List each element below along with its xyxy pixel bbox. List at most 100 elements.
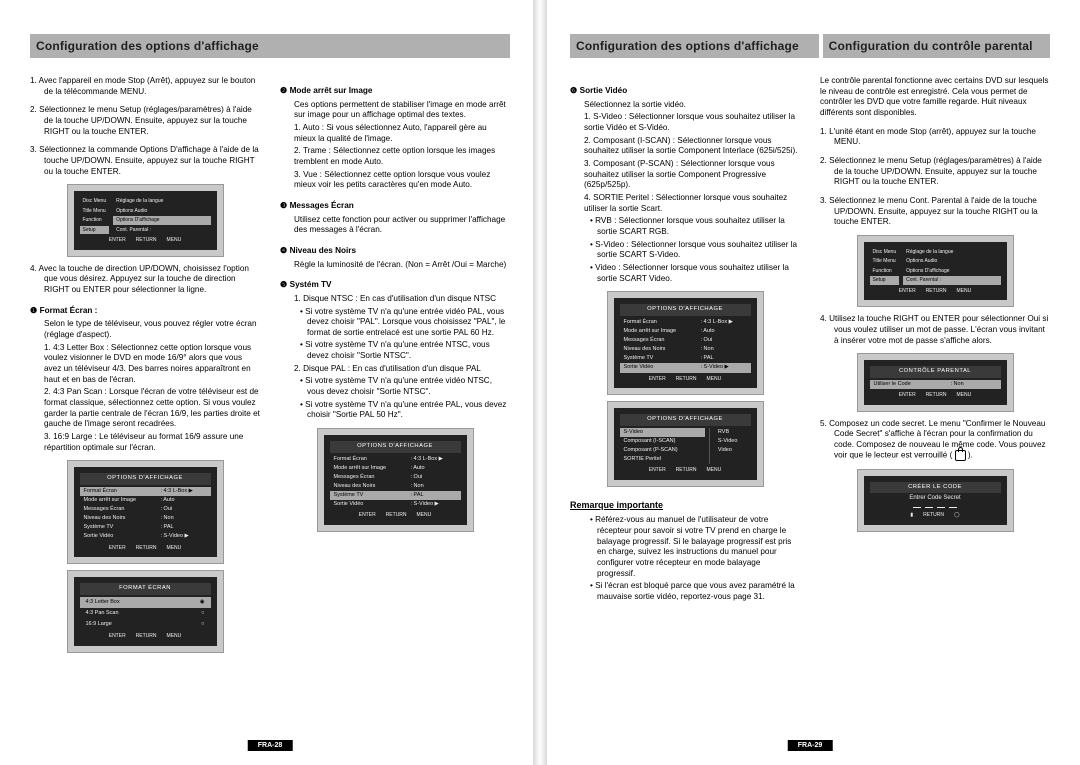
systv-2a: • Si votre système TV n'a qu'une entrée … bbox=[300, 376, 510, 397]
parental-step-1: 1. L'unité étant en mode Stop (arrêt), a… bbox=[820, 127, 1050, 148]
osd-options-1: OPTIONS D'AFFICHAGE Format Écran: 4:3 L-… bbox=[68, 461, 223, 563]
osd-row: Niveau des Noirs: Non bbox=[80, 514, 211, 523]
code-input bbox=[870, 507, 1001, 508]
osd-row: Format Écran: 4:3 L-Box ▶ bbox=[330, 455, 461, 464]
noirs-body: Règle la luminosité de l'écran. (Non = A… bbox=[294, 260, 510, 271]
osd-setup-menu: Disc Menu Title Menu Function Setup Régl… bbox=[68, 185, 223, 256]
osd-row: Messages Écran: Oui bbox=[620, 336, 751, 345]
osd-format-ecran: FORMAT ÉCRAN 4:3 Letter Box◉4:3 Pan Scan… bbox=[68, 571, 223, 651]
right-col-2: Le contrôle parental fonctionne avec cer… bbox=[820, 76, 1050, 605]
setup-audio: Options Audio bbox=[113, 207, 210, 216]
osd-row: Format Écran: 4:3 L-Box ▶ bbox=[80, 487, 211, 496]
setup-parental: Cont. Parental : bbox=[113, 226, 210, 235]
systv-1b: • Si votre système TV n'a qu'une entrée … bbox=[300, 340, 510, 361]
left-col-1: 1. Avec l'appareil en mode Stop (Arrêt),… bbox=[30, 76, 260, 660]
step-2: 2. Sélectionnez le menu Setup (réglages/… bbox=[30, 105, 260, 137]
mode-arret-2: 2. Trame : Sélectionnez cette option lor… bbox=[294, 146, 510, 167]
code-label: Entrer Code Secret bbox=[870, 495, 1001, 503]
format-item-2: 2. 4:3 Pan Scan : Lorsque l'écran de vot… bbox=[44, 387, 260, 430]
step-4: 4. Avec la touche de direction UP/DOWN, … bbox=[30, 264, 260, 296]
format-ecran-title: ❶ Format Écran : bbox=[30, 306, 260, 317]
systv-title: ❺ Systém TV bbox=[280, 280, 510, 291]
parental-step-5: 5. Composez un code secret. Le menu "Con… bbox=[820, 419, 1050, 462]
scart-video: • Video : Sélectionner lorsque vous souh… bbox=[590, 263, 800, 284]
osd-row: Système TV: PAL bbox=[620, 354, 751, 363]
right-col-1: ❻ Sortie Vidéo Sélectionnez la sortie vi… bbox=[570, 76, 800, 605]
osd-row: Composant (P-SCAN) bbox=[620, 446, 705, 455]
osd-row: Sortie Vidéo: S-Video ▶ bbox=[80, 532, 211, 541]
parental-intro: Le contrôle parental fonctionne avec cer… bbox=[820, 76, 1050, 119]
osd-parental: CONTRÔLE PARENTAL Utiliser le Code : Non… bbox=[858, 354, 1013, 410]
osd-row: Sortie Vidéo: S-Video ▶ bbox=[330, 500, 461, 509]
output-3: 3. Composant (P-SCAN) : Sélectionner lor… bbox=[584, 159, 800, 191]
osd-scart: OPTIONS D'AFFICHAGE S-VideoComposant (I-… bbox=[608, 402, 763, 486]
osd-row: SORTIE Peritel bbox=[620, 455, 705, 464]
noirs-title: ❹ Niveau des Noirs bbox=[280, 246, 510, 257]
osd-row: Système TV: PAL bbox=[330, 491, 461, 500]
parental-step-2: 2. Sélectionnez le menu Setup (réglages/… bbox=[820, 156, 1050, 188]
scart-rvb: • RVB : Sélectionner lorsque vous souhai… bbox=[590, 216, 800, 237]
osd-enter: ENTER bbox=[109, 237, 126, 244]
osd-row: S-Video bbox=[714, 437, 751, 446]
osd-row: Niveau des Noirs: Non bbox=[620, 345, 751, 354]
osd-row: Format Écran: 4:3 L-Box ▶ bbox=[620, 318, 751, 327]
systv-2: 2. Disque PAL : En cas d'utilisation d'u… bbox=[294, 364, 510, 375]
nav-setup: Setup bbox=[80, 226, 110, 235]
setup-lang: Réglage de la langue bbox=[113, 197, 210, 206]
page-left: Configuration des options d'affichage 1.… bbox=[0, 0, 540, 765]
osd-code: CRÉER LE CODE Entrer Code Secret ▮RETURN… bbox=[858, 470, 1013, 531]
mode-arret-1: 1. Auto : Si vous sélectionnez Auto, l'a… bbox=[294, 123, 510, 144]
osd-row: Composant (I-SCAN) bbox=[620, 437, 705, 446]
page-number-left: FRA-28 bbox=[248, 740, 293, 751]
left-col-2: ❷ Mode arrêt sur Image Ces options perme… bbox=[280, 76, 510, 660]
osd-menu: MENU bbox=[167, 237, 182, 244]
osd-row: Video bbox=[714, 446, 751, 455]
osd-return: RETURN bbox=[136, 237, 157, 244]
lock-icon bbox=[955, 450, 966, 461]
parental-step-4: 4. Utilisez la touche RIGHT ou ENTER pou… bbox=[820, 314, 1050, 346]
osd-header-format: FORMAT ÉCRAN bbox=[80, 583, 211, 595]
output-title: ❻ Sortie Vidéo bbox=[570, 86, 800, 97]
osd-radio-row: 4:3 Pan Scan○ bbox=[80, 608, 211, 619]
nav-title: Title Menu bbox=[80, 207, 110, 216]
page-right: Configuration des options d'affichage Co… bbox=[540, 0, 1080, 765]
format-ecran-intro: Selon le type de téléviseur, vous pouvez… bbox=[44, 319, 260, 340]
format-item-1: 1. 4:3 Letter Box : Sélectionnez cette o… bbox=[44, 343, 260, 386]
osd-options-2: OPTIONS D'AFFICHAGE Format Écran: 4:3 L-… bbox=[318, 429, 473, 531]
osd-options-3: OPTIONS D'AFFICHAGE Format Écran: 4:3 L-… bbox=[608, 292, 763, 394]
note-1: • Référez-vous au manuel de l'utilisateu… bbox=[590, 515, 800, 579]
section-header-left: Configuration des options d'affichage bbox=[30, 34, 510, 58]
osd-radio-row: 16:9 Large○ bbox=[80, 619, 211, 630]
format-item-3: 3. 16:9 Large : Le téléviseur au format … bbox=[44, 432, 260, 453]
step-1: 1. Avec l'appareil en mode Stop (Arrêt),… bbox=[30, 76, 260, 97]
messages-title: ❸ Messages Écran bbox=[280, 201, 510, 212]
mode-arret-3: 3. Vue : Sélectionnez cette option lorsq… bbox=[294, 170, 510, 191]
setup-display: Options D'affichage bbox=[113, 216, 210, 225]
mode-arret-title: ❷ Mode arrêt sur Image bbox=[280, 86, 510, 97]
osd-row: Mode arrêt sur Image: Auto bbox=[620, 327, 751, 336]
osd-row: Mode arrêt sur Image: Auto bbox=[330, 464, 461, 473]
systv-1: 1. Disque NTSC : En cas d'utilisation d'… bbox=[294, 294, 510, 305]
output-2: 2. Composant (I-SCAN) : Sélectionner lor… bbox=[584, 136, 800, 157]
parental-step-3: 3. Sélectionnez le menu Cont. Parental à… bbox=[820, 196, 1050, 228]
scart-svideo: • S-Video : Sélectionner lorsque vous so… bbox=[590, 240, 800, 261]
output-4: 4. SORTIE Peritel : Sélectionner lorsque… bbox=[584, 193, 800, 214]
osd-row: Messages Écran: Oui bbox=[330, 473, 461, 482]
osd-row: Sortie Vidéo: S-Video ▶ bbox=[620, 363, 751, 372]
systv-2b: • Si votre système TV n'a qu'une entrée … bbox=[300, 400, 510, 421]
osd-radio-row: 4:3 Letter Box◉ bbox=[80, 597, 211, 608]
osd-row: Niveau des Noirs: Non bbox=[330, 482, 461, 491]
nav-disc: Disc Menu bbox=[80, 197, 110, 206]
osd-row: RVB bbox=[714, 428, 751, 437]
manual-spread: Configuration des options d'affichage 1.… bbox=[0, 0, 1080, 765]
output-1: 1. S-Video : Sélectionner lorsque vous s… bbox=[584, 112, 800, 133]
nav-function: Function bbox=[80, 216, 110, 225]
mode-arret-intro: Ces options permettent de stabiliser l'i… bbox=[294, 100, 510, 121]
note-heading: Remarque importante bbox=[570, 500, 800, 512]
osd-row: Système TV: PAL bbox=[80, 523, 211, 532]
osd-setup-menu-2: Disc Menu Title Menu Function Setup Régl… bbox=[858, 236, 1013, 307]
osd-header: OPTIONS D'AFFICHAGE bbox=[80, 473, 211, 485]
osd-row: S-Video bbox=[620, 428, 705, 437]
parental-row: Utiliser le Code : Non bbox=[870, 380, 1001, 389]
osd-row: Mode arrêt sur Image: Auto bbox=[80, 496, 211, 505]
